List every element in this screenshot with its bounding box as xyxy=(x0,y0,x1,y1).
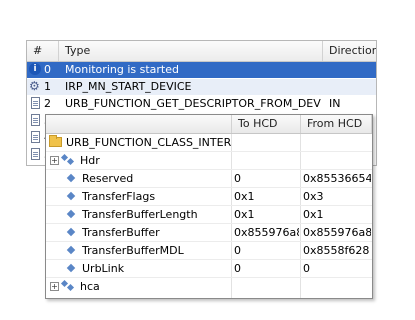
document-icon xyxy=(31,97,40,109)
document-icon xyxy=(31,114,40,126)
field-icon xyxy=(66,227,76,237)
expand-icon[interactable]: + xyxy=(50,282,59,291)
urb-detail-popup: To HCD From HCD URB_FUNCTION_CLASS_INTER… xyxy=(45,114,373,299)
column-header-number[interactable]: # xyxy=(27,41,59,61)
struct-icon xyxy=(60,153,76,166)
field-icon xyxy=(66,263,76,273)
event-row[interactable]: 2 URB_FUNCTION_GET_DESCRIPTOR_FROM_DEVIC… xyxy=(27,96,376,112)
tree-root-row[interactable]: URB_FUNCTION_CLASS_INTERFA xyxy=(46,134,372,152)
folder-icon xyxy=(49,135,62,147)
root-label: URB_FUNCTION_CLASS_INTERFA xyxy=(66,136,231,149)
to-hcd-value: 0 xyxy=(234,244,241,257)
event-list-header: # Type Direction xyxy=(27,41,376,62)
to-hcd-value: 0x855976a8 xyxy=(234,226,299,239)
field-name: TransferBufferLength xyxy=(82,208,198,221)
field-icon xyxy=(66,209,76,219)
from-hcd-value: 0 xyxy=(303,262,310,275)
from-hcd-value: 0x1 xyxy=(303,208,324,221)
gear-icon: ⚙ xyxy=(29,79,40,93)
field-icon xyxy=(66,191,76,201)
field-name: TransferFlags xyxy=(82,190,156,203)
document-icon xyxy=(31,131,40,143)
document-icon xyxy=(31,148,40,160)
struct-icon xyxy=(60,279,76,292)
from-hcd-value: 0x8558f628 xyxy=(303,244,370,257)
to-hcd-value: 0x1 xyxy=(234,208,255,221)
popup-header: To HCD From HCD xyxy=(46,115,372,134)
to-hcd-value: 0x1 xyxy=(234,190,255,203)
tree-row[interactable]: Reserved 0 0x85536654 xyxy=(46,170,372,188)
from-hcd-value: 0x85536654 xyxy=(303,172,371,185)
event-row[interactable]: ⚙ 1 IRP_MN_START_DEVICE xyxy=(27,79,376,95)
field-name: hca xyxy=(80,280,100,293)
event-type: URB_FUNCTION_GET_DESCRIPTOR_FROM_DEVICE xyxy=(65,97,321,110)
column-header-to-hcd[interactable]: To HCD xyxy=(232,115,301,133)
field-name: Hdr xyxy=(80,154,100,167)
field-name: TransferBufferMDL xyxy=(82,244,184,257)
event-row[interactable]: i 0 Monitoring is started xyxy=(27,62,376,78)
field-name: UrbLink xyxy=(82,262,125,275)
tree-row[interactable]: TransferBufferLength 0x1 0x1 xyxy=(46,206,372,224)
field-icon xyxy=(66,245,76,255)
to-hcd-value: 0 xyxy=(234,262,241,275)
field-icon xyxy=(66,173,76,183)
info-icon: i xyxy=(29,63,41,75)
expand-icon[interactable]: + xyxy=(50,156,59,165)
tree-row[interactable]: TransferBufferMDL 0 0x8558f628 xyxy=(46,242,372,260)
event-number: 1 xyxy=(44,80,51,93)
tree-row[interactable]: + Hdr xyxy=(46,152,372,170)
field-name: Reserved xyxy=(82,172,134,185)
tree-row[interactable]: + hca xyxy=(46,278,372,295)
column-header-from-hcd[interactable]: From HCD xyxy=(301,115,372,133)
tree-row[interactable]: TransferFlags 0x1 0x3 xyxy=(46,188,372,206)
event-type: IRP_MN_START_DEVICE xyxy=(65,80,192,93)
event-type: Monitoring is started xyxy=(65,63,179,76)
column-header-direction[interactable]: Direction xyxy=(323,41,376,61)
field-name: TransferBuffer xyxy=(82,226,160,239)
to-hcd-value: 0 xyxy=(234,172,241,185)
event-direction: IN xyxy=(329,97,341,110)
tree-row[interactable]: TransferBuffer 0x855976a8 0x855976a8 xyxy=(46,224,372,242)
from-hcd-value: 0x3 xyxy=(303,190,324,203)
from-hcd-value: 0x855976a8 xyxy=(303,226,371,239)
column-header-field[interactable] xyxy=(46,115,232,133)
tree-row[interactable]: UrbLink 0 0 xyxy=(46,260,372,278)
event-number: 2 xyxy=(44,97,51,110)
column-header-type[interactable]: Type xyxy=(59,41,323,61)
event-number: 0 xyxy=(44,63,51,76)
